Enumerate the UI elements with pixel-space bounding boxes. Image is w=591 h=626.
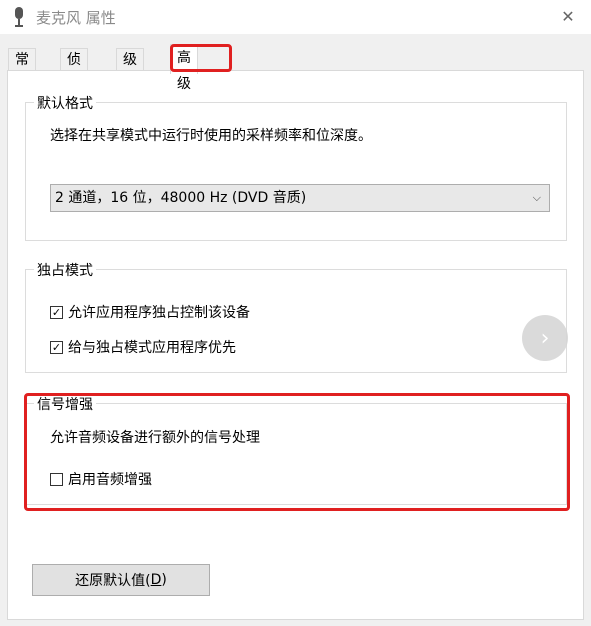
- signal-enhancement-group: 信号增强 允许音频设备进行额外的信号处理 启用音频增强: [25, 394, 567, 505]
- exclusive-mode-label: 独占模式: [34, 260, 96, 280]
- window-title: 麦克风 属性: [36, 9, 116, 27]
- next-arrow-button[interactable]: ›: [522, 315, 568, 361]
- chevron-right-icon: ›: [540, 325, 550, 351]
- dialog-body: 常规 侦听 级别 高级 默认格式 选择在共享模式中运行时使用的采样频率和位深度。…: [0, 34, 591, 626]
- default-format-label: 默认格式: [34, 93, 96, 113]
- sample-format-value: 2 通道，16 位，48000 Hz (DVD 音质): [55, 190, 307, 206]
- title-bar: 麦克风 属性 ✕: [0, 0, 591, 34]
- default-format-group: 默认格式 选择在共享模式中运行时使用的采样频率和位深度。 2 通道，16 位，4…: [25, 93, 567, 241]
- signal-enhancement-description: 允许音频设备进行额外的信号处理: [50, 430, 260, 446]
- restore-defaults-button[interactable]: 还原默认值(D): [32, 564, 210, 596]
- allow-exclusive-checkbox[interactable]: ✓ 允许应用程序独占控制该设备: [50, 302, 250, 322]
- checkbox-unchecked-icon: [50, 472, 63, 486]
- enable-enhancement-checkbox[interactable]: 启用音频增强: [50, 469, 152, 489]
- exclusive-priority-checkbox[interactable]: ✓ 给与独占模式应用程序优先: [50, 337, 236, 357]
- enable-enhancement-label: 启用音频增强: [68, 472, 152, 488]
- restore-label-key: D: [150, 572, 162, 588]
- allow-exclusive-label: 允许应用程序独占控制该设备: [68, 305, 250, 321]
- microphone-icon: [15, 7, 23, 27]
- checkbox-checked-icon: ✓: [50, 305, 63, 319]
- tab-levels[interactable]: 级别: [116, 48, 144, 90]
- advanced-panel: 默认格式 选择在共享模式中运行时使用的采样频率和位深度。 2 通道，16 位，4…: [7, 70, 584, 620]
- exclusive-priority-label: 给与独占模式应用程序优先: [68, 340, 236, 356]
- chevron-down-icon: ⌵: [532, 191, 541, 204]
- tab-general[interactable]: 常规: [8, 48, 36, 90]
- checkbox-checked-icon: ✓: [50, 340, 63, 354]
- restore-label-end: ): [161, 572, 167, 588]
- close-icon: ✕: [561, 6, 575, 26]
- default-format-description: 选择在共享模式中运行时使用的采样频率和位深度。: [50, 128, 372, 144]
- tab-listen[interactable]: 侦听: [60, 48, 88, 90]
- close-button[interactable]: ✕: [545, 0, 591, 32]
- tab-advanced[interactable]: 高级: [170, 44, 198, 92]
- tab-label: 高级: [177, 50, 191, 92]
- signal-enhancement-label: 信号增强: [34, 394, 96, 414]
- sample-format-select[interactable]: 2 通道，16 位，48000 Hz (DVD 音质) ⌵: [50, 184, 550, 212]
- restore-label-main: 还原默认值(: [75, 573, 151, 589]
- exclusive-mode-group: 独占模式 ✓ 允许应用程序独占控制该设备 ✓ 给与独占模式应用程序优先: [25, 260, 567, 373]
